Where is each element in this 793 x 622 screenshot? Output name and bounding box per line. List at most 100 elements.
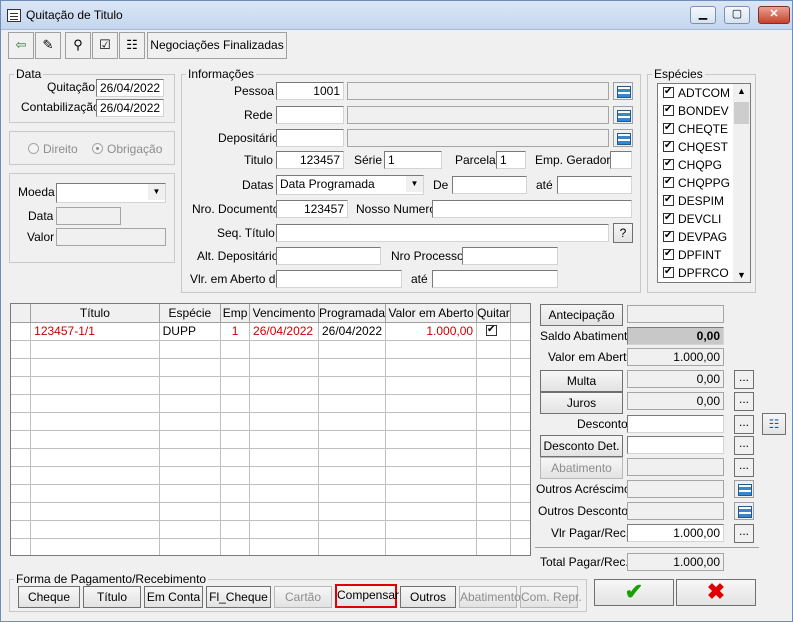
empty-cell[interactable]: [30, 430, 160, 449]
table-row[interactable]: [11, 412, 530, 431]
obrigacao-radio[interactable]: Obrigação: [92, 142, 162, 156]
empty-cell[interactable]: [476, 412, 511, 431]
empty-cell[interactable]: [385, 466, 478, 485]
empty-cell[interactable]: [318, 448, 387, 467]
empty-cell[interactable]: [220, 358, 251, 377]
empty-cell[interactable]: [249, 448, 319, 467]
titulo-input[interactable]: 123457: [276, 151, 344, 169]
empty-cell[interactable]: [385, 448, 478, 467]
empty-cell[interactable]: [30, 484, 160, 503]
empty-cell[interactable]: [30, 412, 160, 431]
col-header-programada[interactable]: Programada: [318, 304, 387, 323]
exit-icon[interactable]: ⇦: [8, 32, 34, 59]
empty-cell[interactable]: [249, 376, 319, 395]
empty-cell[interactable]: [30, 340, 160, 359]
especie-checkbox[interactable]: [663, 139, 674, 153]
desconto-det-input[interactable]: [627, 436, 724, 454]
empty-cell[interactable]: [30, 538, 160, 555]
depositario-lookup-icon[interactable]: [613, 129, 633, 147]
serie-input[interactable]: 1: [384, 151, 442, 169]
empty-cell[interactable]: [30, 358, 160, 377]
compensar-button[interactable]: Compensar: [335, 584, 399, 608]
eraser-icon[interactable]: ✎: [35, 32, 61, 59]
empty-cell[interactable]: [159, 484, 222, 503]
empty-cell[interactable]: [385, 484, 478, 503]
empty-cell[interactable]: [159, 430, 222, 449]
col-header-quitar[interactable]: Quitar: [476, 304, 511, 323]
empty-cell[interactable]: [220, 412, 251, 431]
especie-checkbox[interactable]: [663, 103, 674, 117]
empty-cell[interactable]: [220, 538, 251, 555]
table-row[interactable]: [11, 394, 530, 413]
binoculars-icon[interactable]: ⚲: [65, 32, 91, 59]
empty-cell[interactable]: [385, 412, 478, 431]
empty-cell[interactable]: [318, 430, 387, 449]
cell-titulo[interactable]: 123457-1/1: [30, 322, 160, 341]
nro-processo-input[interactable]: [462, 247, 558, 265]
empty-cell[interactable]: [318, 466, 387, 485]
alt-depositario-input[interactable]: [276, 247, 381, 265]
empty-cell[interactable]: [476, 340, 511, 359]
depositario-input[interactable]: [276, 129, 344, 147]
empty-cell[interactable]: [476, 466, 511, 485]
direito-radio[interactable]: Direito: [28, 142, 78, 156]
col-header-valor-aberto[interactable]: Valor em Aberto: [385, 304, 478, 323]
quitacao-input[interactable]: 26/04/2022: [96, 79, 164, 97]
especie-checkbox[interactable]: [663, 193, 674, 207]
scroll-thumb[interactable]: [734, 102, 749, 124]
empty-cell[interactable]: [476, 394, 511, 413]
empty-cell[interactable]: [159, 520, 222, 539]
table-row[interactable]: [11, 484, 530, 503]
especie-checkbox[interactable]: [663, 121, 674, 135]
empty-cell[interactable]: [30, 502, 160, 521]
empty-cell[interactable]: [159, 466, 222, 485]
quitar-checkbox[interactable]: [485, 323, 497, 337]
empty-cell[interactable]: [385, 538, 478, 555]
empty-cell[interactable]: [385, 376, 478, 395]
empty-cell[interactable]: [220, 376, 251, 395]
empty-cell[interactable]: [30, 466, 160, 485]
desconto-det-details-button[interactable]: ...: [734, 436, 754, 455]
col-header-emp[interactable]: Emp: [220, 304, 251, 323]
vlr-aberto-de-input[interactable]: [276, 270, 402, 288]
cheque-button[interactable]: Cheque: [18, 586, 80, 608]
em-conta-button[interactable]: Em Conta: [144, 586, 203, 608]
chevron-down-icon[interactable]: ▼: [733, 270, 750, 280]
negociacoes-finalizadas-button[interactable]: Negociações Finalizadas: [147, 32, 287, 59]
table-row[interactable]: [11, 430, 530, 449]
empty-cell[interactable]: [476, 538, 511, 555]
empty-cell[interactable]: [30, 376, 160, 395]
titulo-button[interactable]: Título: [83, 586, 141, 608]
table-row[interactable]: [11, 466, 530, 485]
empty-cell[interactable]: [318, 484, 387, 503]
outros-button[interactable]: Outros: [400, 586, 456, 608]
empty-cell[interactable]: [249, 340, 319, 359]
empty-cell[interactable]: [385, 340, 478, 359]
empty-cell[interactable]: [249, 430, 319, 449]
cancel-button[interactable]: ✖: [676, 579, 756, 606]
nosso-numero-input[interactable]: [432, 200, 632, 218]
empty-cell[interactable]: [318, 340, 387, 359]
minimize-button[interactable]: ▁: [690, 6, 716, 24]
empty-cell[interactable]: [159, 340, 222, 359]
desconto-det-button[interactable]: Desconto Det.: [540, 435, 623, 457]
especies-list[interactable]: ADTCOM BONDEV CHEQTE CHQEST CHQPG CHQPPG DESPI…: [657, 83, 751, 283]
multa-details-button[interactable]: ...: [734, 370, 754, 389]
tree-icon[interactable]: ☷: [762, 413, 786, 435]
close-button[interactable]: ✕: [758, 6, 790, 24]
especie-checkbox[interactable]: [663, 265, 674, 279]
empty-cell[interactable]: [249, 484, 319, 503]
seq-titulo-input[interactable]: [276, 224, 609, 242]
desconto-input[interactable]: [627, 415, 724, 433]
empty-cell[interactable]: [159, 358, 222, 377]
tree-list-icon[interactable]: ☷: [119, 32, 145, 59]
empty-cell[interactable]: [318, 502, 387, 521]
empty-cell[interactable]: [476, 502, 511, 521]
rede-input[interactable]: [276, 106, 344, 124]
empty-cell[interactable]: [220, 502, 251, 521]
parcela-input[interactable]: 1: [496, 151, 526, 169]
chevron-up-icon[interactable]: ▲: [733, 86, 750, 96]
especie-checkbox[interactable]: [663, 175, 674, 189]
empty-cell[interactable]: [476, 358, 511, 377]
empty-cell[interactable]: [220, 430, 251, 449]
